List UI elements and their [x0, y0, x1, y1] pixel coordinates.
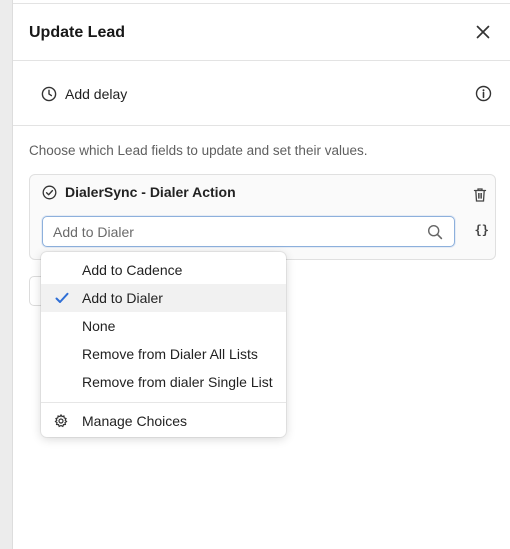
option-label: Remove from Dialer All Lists: [82, 346, 258, 362]
add-delay-button[interactable]: Add delay: [41, 84, 127, 104]
option-remove-single-list[interactable]: Remove from dialer Single List: [41, 368, 286, 396]
option-label: None: [82, 318, 116, 334]
info-icon: [475, 85, 492, 102]
gear-icon: [54, 414, 68, 428]
option-none[interactable]: None: [41, 312, 286, 340]
field-title: DialerSync - Dialer Action: [65, 184, 236, 200]
choices-dropdown: Add to Cadence Add to Dialer None Remove…: [41, 252, 286, 437]
clock-icon: [41, 86, 57, 102]
option-add-to-cadence[interactable]: Add to Cadence: [41, 256, 286, 284]
add-delay-label: Add delay: [65, 86, 128, 102]
braces-icon[interactable]: {}: [475, 223, 489, 237]
manage-choices-label: Manage Choices: [82, 413, 188, 429]
search-icon: [427, 224, 443, 240]
option-remove-all-lists[interactable]: Remove from Dialer All Lists: [41, 340, 286, 368]
instructions-text: Choose which Lead fields to update and s…: [29, 143, 368, 158]
trash-icon: [473, 188, 487, 202]
panel-title: Update Lead: [29, 24, 126, 41]
dropdown-divider: [41, 402, 286, 403]
option-add-to-dialer[interactable]: Add to Dialer: [41, 284, 286, 312]
field-title-row: DialerSync - Dialer Action: [42, 184, 236, 200]
option-label: Remove from dialer Single List: [82, 374, 273, 390]
info-button[interactable]: [475, 85, 492, 102]
panel-header: Update Lead: [13, 4, 510, 61]
check-circle-icon: [42, 185, 57, 199]
delete-field-button[interactable]: [473, 187, 487, 203]
choice-search-input[interactable]: [43, 223, 413, 240]
checkmark-icon: [55, 292, 69, 303]
option-label: Add to Dialer: [82, 290, 163, 306]
choice-search-box[interactable]: [42, 216, 455, 247]
close-icon: [476, 25, 490, 39]
field-card: DialerSync - Dialer Action {}: [29, 174, 496, 260]
option-label: Add to Cadence: [82, 262, 183, 278]
delay-row: Add delay: [13, 61, 510, 126]
close-button[interactable]: [474, 23, 492, 41]
manage-choices-button[interactable]: Manage Choices: [41, 407, 286, 435]
